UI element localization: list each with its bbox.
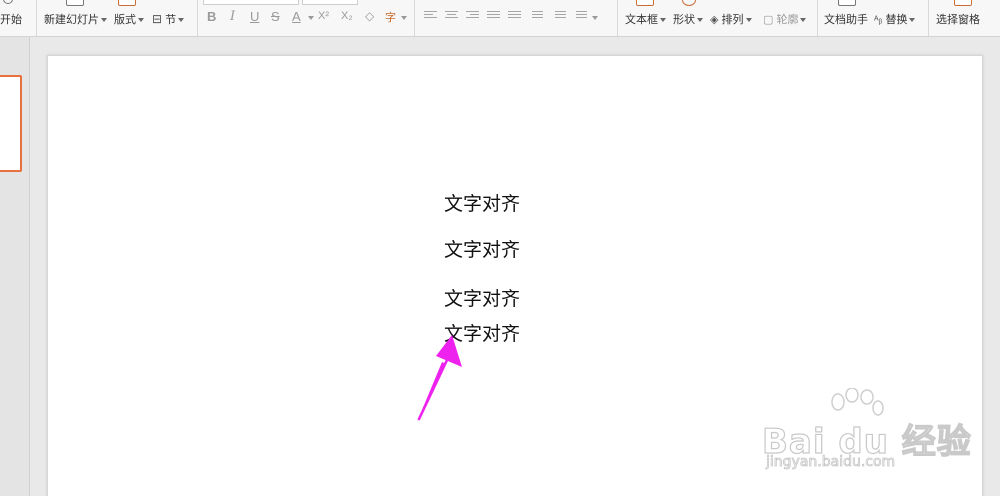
italic-button[interactable]: I <box>230 9 235 24</box>
doc-assistant-label: 文档助手 <box>824 14 868 26</box>
outline-label: 轮廓 <box>776 14 799 26</box>
ribbon-divider <box>928 0 929 36</box>
layout-button[interactable]: 版式 <box>114 0 146 36</box>
ribbon-divider <box>197 0 198 36</box>
outline-button[interactable]: ▢ 轮廓 <box>763 0 811 36</box>
chevron-down-icon <box>178 18 185 23</box>
chevron-down-icon <box>308 16 314 20</box>
shape-icon <box>682 0 696 6</box>
chevron-down-icon <box>697 18 703 23</box>
line-spacing-icon[interactable] <box>532 11 545 22</box>
slide-text-line-3[interactable]: 文字对齐 <box>444 288 520 310</box>
new-slide-icon <box>66 0 84 6</box>
chevron-down-icon <box>138 18 144 23</box>
font-size-box[interactable] <box>302 0 358 5</box>
distribute-icon[interactable] <box>508 11 521 22</box>
slide-text-line-1[interactable]: 文字对齐 <box>444 193 520 215</box>
new-slide-button[interactable]: 新建幻灯片 <box>44 0 107 36</box>
ribbon-divider <box>817 0 818 36</box>
justify-icon[interactable] <box>487 11 500 22</box>
subscript-button[interactable]: X₂ <box>341 10 353 22</box>
strikethrough-button[interactable]: S <box>271 9 280 24</box>
slide-thumbnail-panel <box>0 37 30 496</box>
slide-text-line-2[interactable]: 文字对齐 <box>444 239 520 261</box>
underline-button[interactable]: U <box>250 9 259 24</box>
chevron-down-icon <box>660 18 666 23</box>
bold-button[interactable]: B <box>207 9 216 24</box>
section-icon: ⊟ <box>152 12 163 26</box>
layers-icon: ◈ <box>710 14 719 26</box>
font-name-box[interactable] <box>203 0 299 5</box>
shape-button[interactable]: 形状 <box>672 0 706 36</box>
outline-icon: ▢ <box>763 14 774 26</box>
chevron-down-icon <box>800 18 807 23</box>
superscript-button[interactable]: X² <box>318 10 329 22</box>
chevron-down-icon <box>401 16 407 20</box>
chevron-down-icon <box>909 18 916 23</box>
slide-thumbnail[interactable] <box>0 75 22 172</box>
chevron-down-icon <box>101 18 107 23</box>
ribbon-divider <box>617 0 618 36</box>
align-center-icon[interactable] <box>445 11 458 22</box>
char-spacing-button[interactable]: 字 <box>385 9 396 25</box>
layout-icon <box>118 0 136 6</box>
selection-pane-icon <box>954 0 972 6</box>
doc-assistant-button[interactable]: 文档助手 <box>824 0 870 36</box>
bullets-icon[interactable] <box>555 11 568 22</box>
selection-pane-label: 选择窗格 <box>936 14 980 26</box>
replace-icon: ᴬᵦ <box>874 15 883 26</box>
start-label: 开始 <box>0 14 22 26</box>
align-left-icon[interactable] <box>424 11 437 22</box>
section-button[interactable]: ⊟ 节 <box>152 0 190 36</box>
slide-text-line-4[interactable]: 文字对齐 <box>444 323 520 345</box>
text-box-icon <box>636 0 654 6</box>
start-icon <box>3 0 13 4</box>
align-right-icon[interactable] <box>466 11 479 22</box>
doc-assistant-icon <box>838 0 856 6</box>
chevron-down-icon <box>592 16 598 20</box>
shape-label: 形状 <box>673 14 695 26</box>
layout-label: 版式 <box>114 14 136 26</box>
selection-pane-button[interactable]: 选择窗格 <box>934 0 986 36</box>
new-slide-label: 新建幻灯片 <box>44 14 99 26</box>
numbering-icon[interactable] <box>576 11 589 22</box>
text-box-button[interactable]: 文本框 <box>624 0 666 36</box>
font-color-button[interactable]: A <box>292 9 301 24</box>
clear-format-icon[interactable]: ◇ <box>365 9 374 23</box>
ribbon-toolbar: 开始 新建幻灯片 版式 ⊟ 节 B I U S A X² X₂ ◇ 字 文本框 … <box>0 0 1000 37</box>
ribbon-divider <box>414 0 415 36</box>
replace-button[interactable]: ᴬᵦ 替换 <box>874 0 924 36</box>
watermark-url: jingyan.baidu.com <box>766 454 896 471</box>
arrange-label: 排列 <box>721 14 744 26</box>
text-box-label: 文本框 <box>625 14 658 26</box>
replace-label: 替换 <box>885 14 908 26</box>
section-label: 节 <box>165 14 177 26</box>
baidu-jingyan-watermark: Bai du 经验 jingyan.baidu.com <box>761 388 971 478</box>
ribbon-divider <box>36 0 37 36</box>
chevron-down-icon <box>745 18 752 23</box>
char-spacing-label: 字 <box>385 12 396 24</box>
start-button[interactable]: 开始 <box>0 0 30 36</box>
arrange-button[interactable]: ◈ 排列 <box>710 0 758 36</box>
